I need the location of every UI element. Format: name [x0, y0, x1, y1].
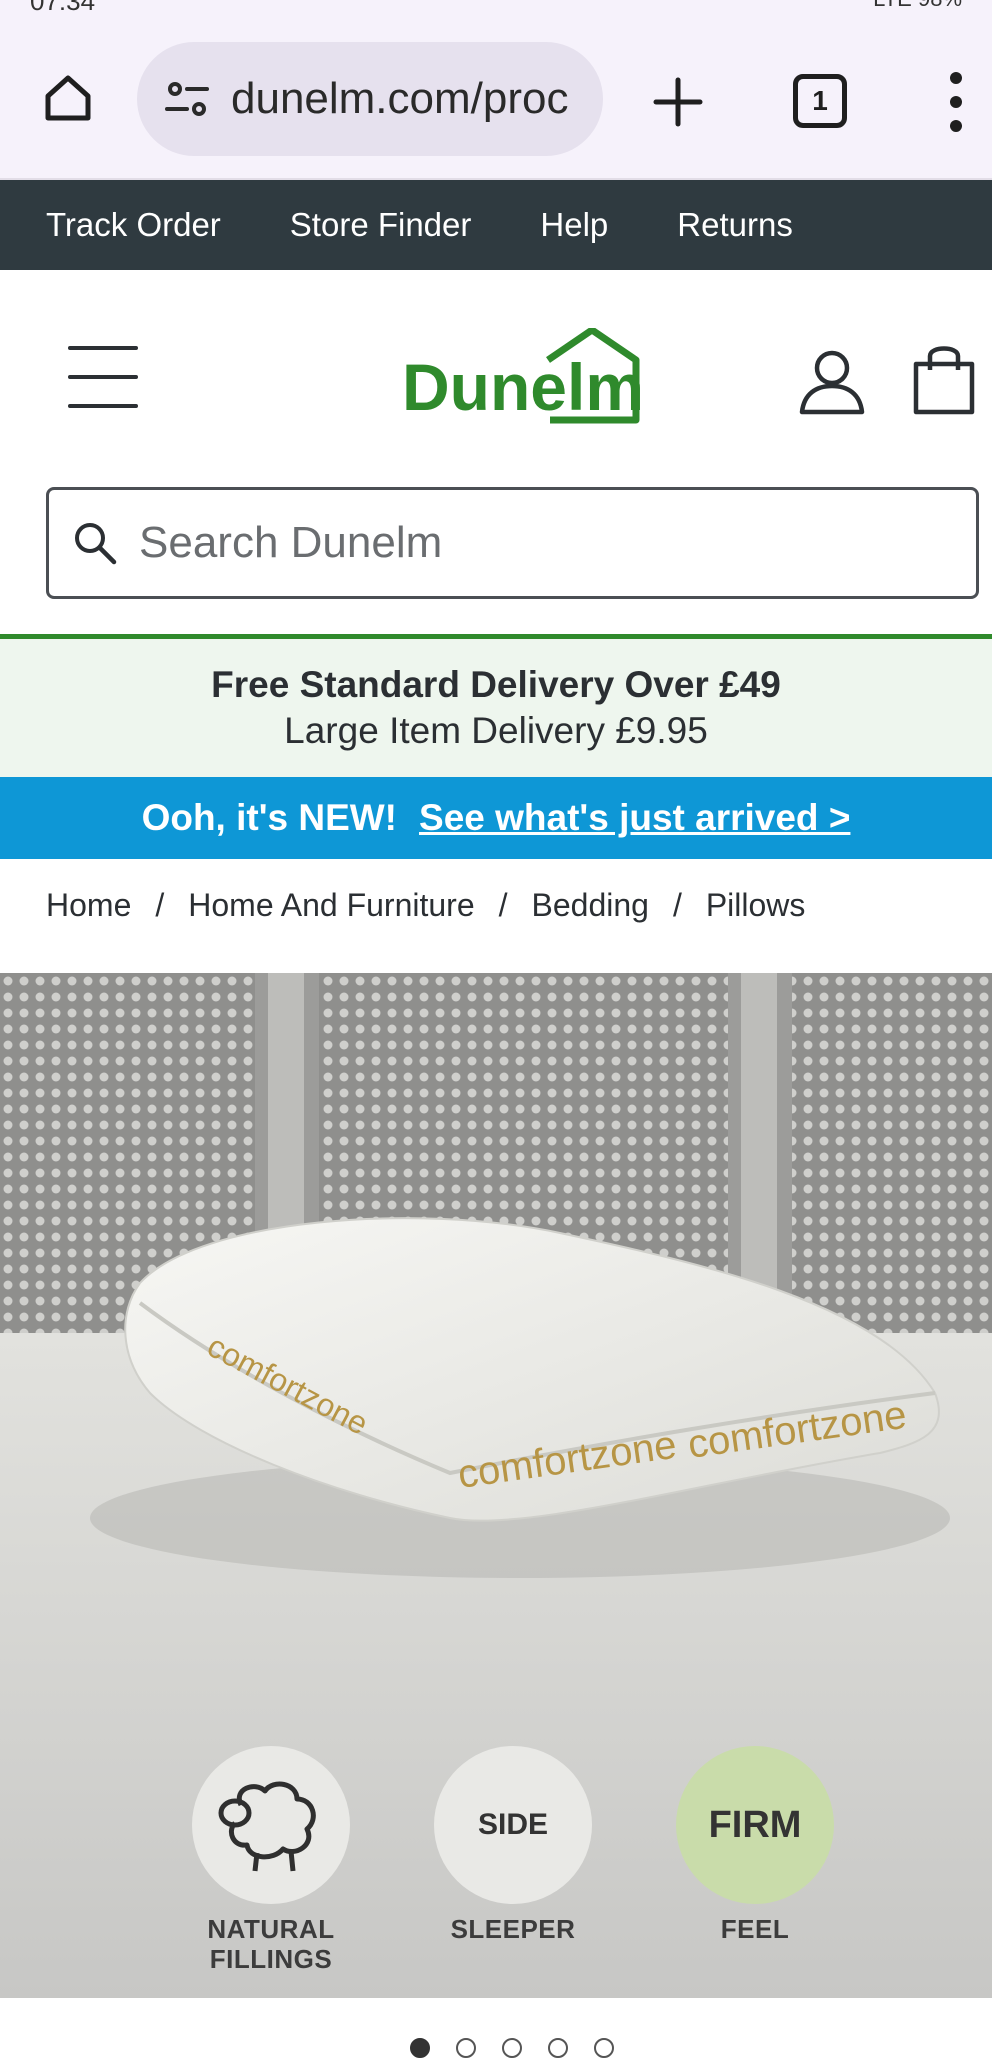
- badge-firm-text: FIRM: [708, 1803, 802, 1846]
- status-time: 07:34: [30, 0, 95, 14]
- browser-toolbar: dunelm.com/proc 1: [0, 14, 992, 180]
- search-input[interactable]: [139, 518, 959, 568]
- product-image[interactable]: comfortzone comfortzone comfortzone NATU…: [0, 973, 992, 1998]
- sheep-icon: [192, 1746, 350, 1904]
- site-header: Dunelm: [0, 270, 992, 462]
- breadcrumb: Home / Home And Furniture / Bedding / Pi…: [46, 880, 805, 930]
- breadcrumb-separator: /: [155, 886, 165, 923]
- breadcrumb-pillows: Pillows: [705, 886, 806, 923]
- nav-help[interactable]: Help: [540, 206, 608, 244]
- utility-nav: Track Order Store Finder Help Returns: [0, 180, 992, 270]
- carousel-dot[interactable]: [410, 2038, 430, 2058]
- promo-lead: Ooh, it's NEW!: [141, 797, 398, 838]
- badge-label-line1: NATURAL: [207, 1914, 335, 1944]
- carousel-dot[interactable]: [594, 2038, 614, 2058]
- carousel-dot[interactable]: [502, 2038, 522, 2058]
- breadcrumb-home[interactable]: Home: [46, 887, 131, 924]
- search-box[interactable]: [46, 487, 979, 599]
- nav-track-order[interactable]: Track Order: [46, 206, 221, 244]
- delivery-headline: Free Standard Delivery Over £49: [211, 664, 781, 705]
- delivery-banner: Free Standard Delivery Over £49 Large It…: [0, 634, 992, 777]
- badge-label-line2: FILLINGS: [209, 1944, 333, 1974]
- home-icon[interactable]: [36, 66, 100, 130]
- account-icon[interactable]: [796, 344, 868, 416]
- more-menu-icon[interactable]: [938, 72, 974, 132]
- new-tab-icon[interactable]: [648, 72, 708, 132]
- site-settings-icon[interactable]: [161, 73, 213, 125]
- badge-natural-fillings: NATURAL FILLINGS: [186, 1746, 356, 1974]
- badge-label-line1: FEEL: [720, 1914, 790, 1944]
- breadcrumb-bedding[interactable]: Bedding: [532, 887, 649, 924]
- carousel-dots: [410, 2038, 614, 2058]
- breadcrumb-separator: /: [672, 886, 682, 923]
- dunelm-logo[interactable]: Dunelm: [400, 326, 650, 428]
- badge-label-line1: SLEEPER: [450, 1914, 576, 1944]
- carousel-dot[interactable]: [548, 2038, 568, 2058]
- nav-store-finder[interactable]: Store Finder: [290, 206, 472, 244]
- breadcrumb-separator: /: [498, 886, 508, 923]
- search-icon: [75, 523, 117, 565]
- carousel-dot[interactable]: [456, 2038, 476, 2058]
- badge-side-sleeper: SIDE SLEEPER: [428, 1746, 598, 1944]
- nav-returns[interactable]: Returns: [677, 206, 793, 244]
- status-indicators: LTE 98%: [873, 0, 962, 12]
- promo-banner: Ooh, it's NEW! See what's just arrived >: [0, 777, 992, 859]
- tab-switcher-button[interactable]: 1: [793, 74, 847, 128]
- status-bar: 07:34 LTE 98%: [0, 0, 992, 14]
- basket-icon[interactable]: [912, 340, 976, 416]
- logo-text: Dunelm: [402, 350, 644, 424]
- delivery-subline: Large Item Delivery £9.95: [284, 710, 708, 751]
- badge-firm-feel: FIRM FEEL: [670, 1746, 840, 1944]
- breadcrumb-home-and-furniture[interactable]: Home And Furniture: [188, 887, 474, 924]
- address-bar[interactable]: dunelm.com/proc: [137, 42, 603, 156]
- url-text[interactable]: dunelm.com/proc: [231, 74, 591, 124]
- badge-side-text: SIDE: [477, 1808, 549, 1841]
- promo-link[interactable]: See what's just arrived >: [419, 797, 850, 839]
- menu-icon[interactable]: [68, 346, 138, 408]
